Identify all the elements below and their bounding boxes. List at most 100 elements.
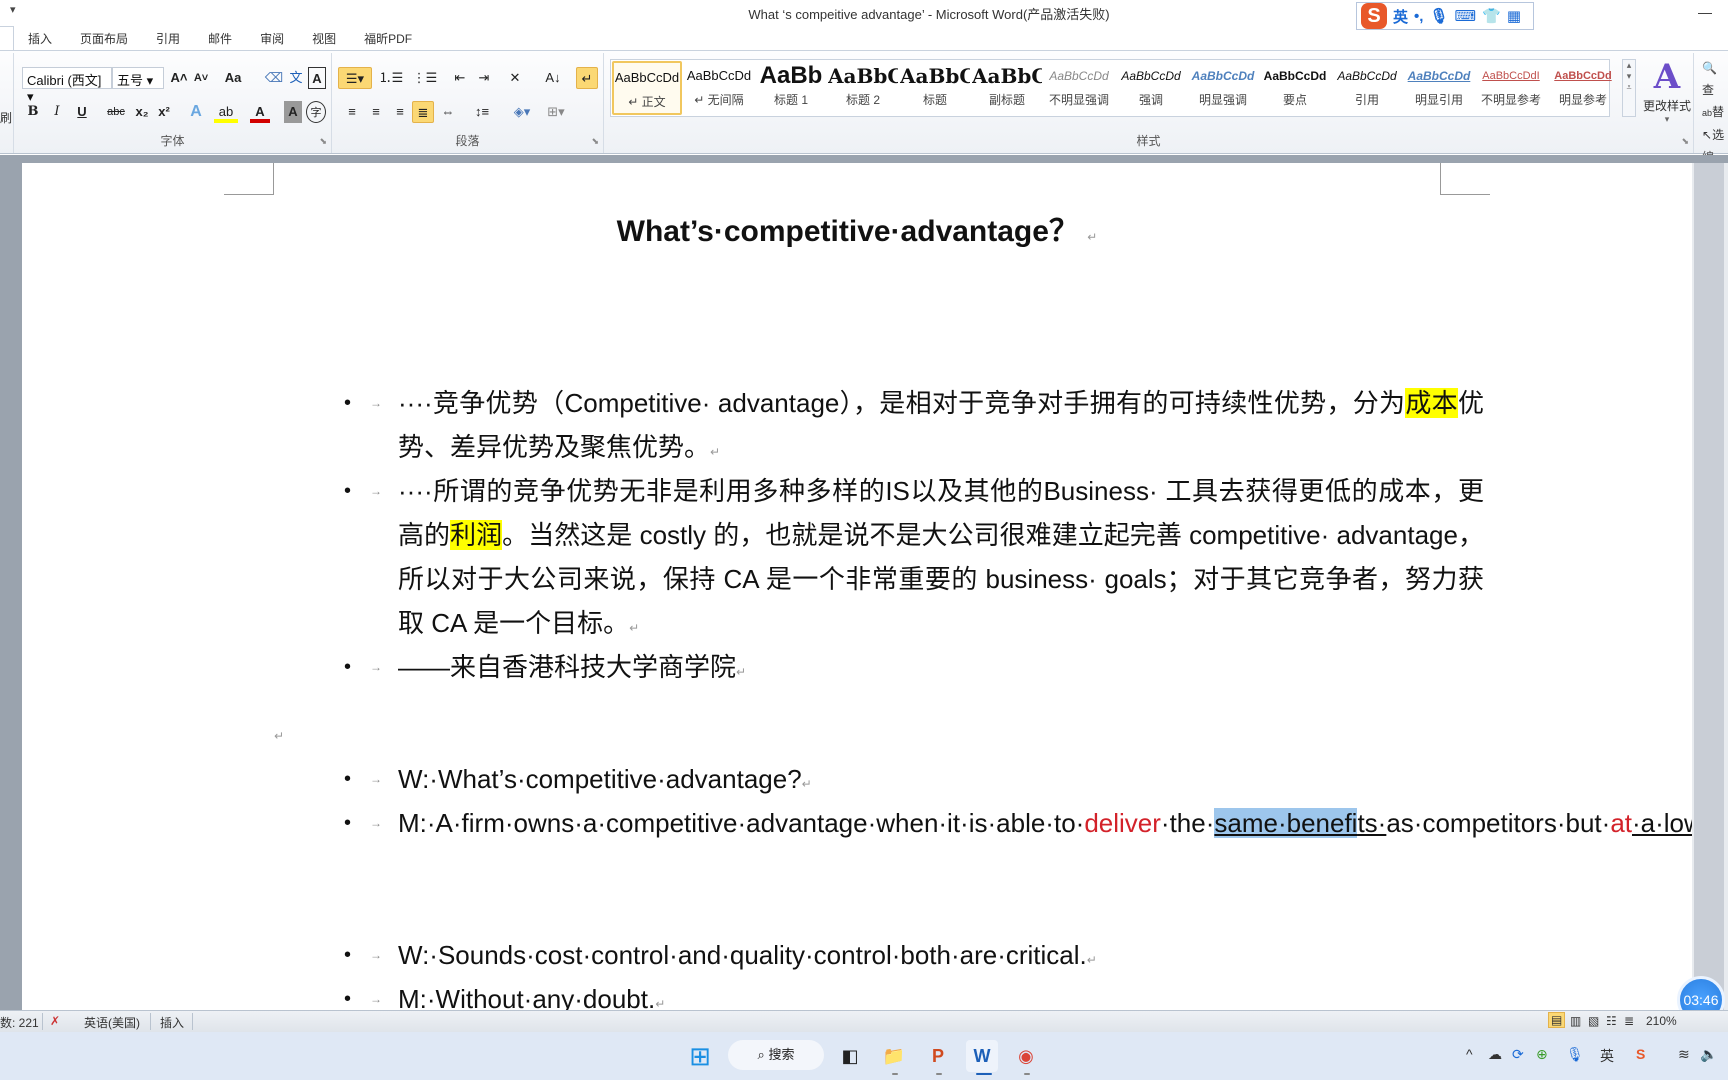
bold-button[interactable]: B — [24, 101, 42, 123]
show-hide-marks-button[interactable]: ↵ — [576, 67, 598, 89]
grow-font-button[interactable]: A˄ — [170, 67, 188, 89]
phonetic-guide-icon[interactable]: 文 — [286, 67, 306, 89]
tab-foxit-pdf[interactable]: 福昕PDF — [350, 30, 426, 47]
style-subtitle[interactable]: AaBbC 副标题 — [972, 61, 1042, 115]
keyboard-icon[interactable]: ⌨ — [1454, 7, 1476, 25]
draft-view-icon[interactable]: ≣ — [1624, 1014, 1634, 1028]
style-title[interactable]: AaBbC 标题 — [900, 61, 970, 115]
skin-shirt-icon[interactable]: 👕 — [1482, 7, 1501, 25]
ime-tray-indicator[interactable]: 英 — [1600, 1046, 1614, 1066]
file-explorer-icon[interactable]: 📁 — [878, 1040, 910, 1072]
show-hidden-icons-icon[interactable]: ^ — [1466, 1046, 1473, 1062]
wifi-icon[interactable]: ≋ — [1678, 1046, 1690, 1063]
enclose-characters-icon[interactable]: 字 — [306, 101, 326, 123]
volume-icon[interactable]: 🔈 — [1700, 1046, 1717, 1063]
tab-mailings[interactable]: 邮件 — [194, 30, 246, 47]
format-painter-label[interactable]: 刷 — [0, 109, 12, 126]
tab-insert[interactable]: 插入 — [14, 30, 66, 47]
scrollbar-thumb[interactable] — [1694, 163, 1724, 1010]
powerpoint-icon[interactable]: P — [922, 1040, 954, 1072]
strikethrough-button[interactable]: abc — [104, 101, 128, 123]
zoom-level[interactable]: 210% — [1646, 1014, 1677, 1028]
select-button[interactable]: ↖选 — [1702, 124, 1728, 146]
align-right-icon[interactable]: ≡ — [390, 101, 410, 123]
tab-references[interactable]: 引用 — [142, 30, 194, 47]
replace-button[interactable]: ab替 — [1702, 101, 1728, 124]
bullets-button[interactable]: ☰▾ — [338, 67, 372, 89]
list-item[interactable]: • → ——来自香港科技大学商学院↵ — [344, 645, 1484, 694]
security-app-icon[interactable]: ⊕ — [1536, 1046, 1548, 1063]
sync-icon[interactable]: ⟳ — [1512, 1046, 1524, 1063]
document-heading[interactable]: What’s·competitive·advantage？ ↵ — [22, 206, 1692, 250]
outline-view-icon[interactable]: ☷ — [1606, 1014, 1617, 1028]
multilevel-list-icon[interactable]: ⋮☰ — [410, 67, 440, 89]
font-dialog-launcher-icon[interactable]: ⬊ — [319, 136, 327, 147]
style-intense-reference[interactable]: AaBbCcDd 明显参考 — [1548, 61, 1618, 115]
align-center-icon[interactable]: ≡ — [366, 101, 386, 123]
style-intense-emphasis[interactable]: AaBbCcDd 明显强调 — [1188, 61, 1258, 115]
minimize-button[interactable]: — — [1698, 4, 1712, 20]
character-shading-icon[interactable]: A — [284, 101, 302, 123]
ime-mode-toggle[interactable]: 英 — [1393, 6, 1408, 27]
justify-button[interactable]: ≣ — [412, 101, 434, 123]
style-heading-2[interactable]: AaBbC 标题 2 — [828, 61, 898, 115]
distributed-icon[interactable]: ⇔ — [438, 101, 458, 123]
list-item[interactable]: • → W:·Sounds·cost·control·and·quality·co… — [344, 933, 1484, 982]
web-layout-icon[interactable]: ▧ — [1588, 1014, 1599, 1028]
language-indicator[interactable]: 英语(美国) — [84, 1014, 140, 1031]
change-case-button[interactable]: Aa — [220, 67, 246, 89]
style-subtle-emphasis[interactable]: AaBbCcDd 不明显强调 — [1044, 61, 1114, 115]
word-icon[interactable]: W — [966, 1040, 998, 1072]
paragraph-dialog-launcher-icon[interactable]: ⬊ — [591, 136, 599, 147]
tab-page-layout[interactable]: 页面布局 — [66, 30, 142, 47]
numbering-icon[interactable]: ⒈☰ — [376, 67, 406, 89]
highlight-color-icon[interactable]: ab — [214, 101, 238, 123]
document-page[interactable]: What’s·competitive·advantage？ ↵ • → ····竞… — [22, 163, 1728, 1063]
tab-home[interactable] — [0, 26, 14, 50]
ime-punct-toggle[interactable]: •, — [1414, 8, 1423, 25]
list-item[interactable]: • → ····所谓的竞争优势无非是利用多种多样的IS以及其他的Business·… — [344, 469, 1484, 650]
list-item[interactable]: • → ····竞争优势（Competitive· advantage），是相对于… — [344, 381, 1484, 474]
word-count[interactable]: 数: 221 — [0, 1014, 39, 1031]
style-no-spacing[interactable]: AaBbCcDd ↵ 无间隔 — [684, 61, 754, 115]
borders-icon[interactable]: ⊞▾ — [542, 101, 570, 123]
list-item[interactable]: • → M:·A·firm·owns·a·competitive·advantag… — [344, 801, 1728, 850]
find-button[interactable]: 🔍查 — [1702, 57, 1728, 101]
insert-mode-indicator[interactable]: 插入 — [160, 1014, 184, 1031]
italic-button[interactable]: I — [48, 101, 66, 123]
onedrive-icon[interactable]: ☁ — [1488, 1046, 1502, 1063]
microphone-icon[interactable]: 🎙 — [1429, 7, 1448, 25]
tab-view[interactable]: 视图 — [298, 30, 350, 47]
style-heading-1[interactable]: AaBb 标题 1 — [756, 61, 826, 115]
chrome-icon[interactable]: ◉ — [1010, 1040, 1042, 1072]
toolbox-grid-icon[interactable]: ▦ — [1507, 7, 1521, 25]
full-screen-reading-icon[interactable]: ▥ — [1570, 1014, 1581, 1028]
increase-indent-icon[interactable]: ⇥ — [474, 67, 494, 89]
microphone-icon[interactable]: 🎙 — [1566, 1046, 1584, 1063]
proofing-error-icon[interactable]: ✗ — [50, 1014, 60, 1028]
chinese-layout-icon[interactable]: ✕ — [502, 67, 528, 89]
character-border-icon[interactable]: A — [308, 67, 326, 89]
decrease-indent-icon[interactable]: ⇤ — [450, 67, 470, 89]
align-left-icon[interactable]: ≡ — [342, 101, 362, 123]
sort-icon[interactable]: A↓ — [542, 67, 564, 89]
superscript-button[interactable]: x² — [154, 101, 174, 123]
style-subtle-reference[interactable]: AaBbCcDdI 不明显参考 — [1476, 61, 1546, 115]
style-intense-quote[interactable]: AaBbCcDd 明显引用 — [1404, 61, 1474, 115]
font-color-icon[interactable]: A — [250, 101, 270, 123]
start-icon[interactable]: ⊞ — [684, 1040, 716, 1072]
vertical-scrollbar[interactable] — [1692, 163, 1728, 1010]
font-size-select[interactable]: 五号 ▾ — [112, 67, 164, 89]
change-styles-button[interactable]: A 更改样式 ▾ — [1638, 57, 1696, 125]
taskbar-search[interactable]: ⌕ 搜索 — [728, 1040, 824, 1070]
text-effects-icon[interactable]: A — [184, 101, 208, 123]
style-strong[interactable]: AaBbCcDd 要点 — [1260, 61, 1330, 115]
shading-icon[interactable]: ◈▾ — [508, 101, 536, 123]
shrink-font-button[interactable]: A˅ — [192, 67, 210, 89]
tab-review[interactable]: 审阅 — [246, 30, 298, 47]
styles-dialog-launcher-icon[interactable]: ⬊ — [1681, 136, 1689, 147]
underline-button[interactable]: U — [70, 101, 94, 123]
style-normal[interactable]: AaBbCcDd ↵ 正文 — [612, 61, 682, 115]
font-name-select[interactable]: Calibri (西文] ▾ — [22, 67, 112, 104]
list-item[interactable]: • → W:·What’s·competitive·advantage?↵ — [344, 757, 1484, 806]
